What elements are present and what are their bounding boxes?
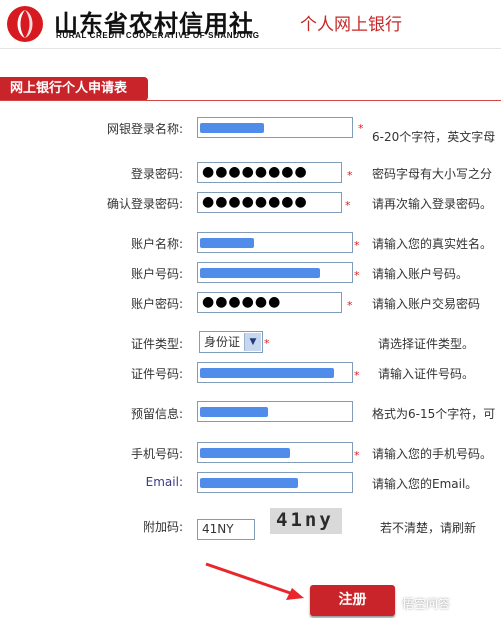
id-type-select[interactable]: 身份证 ▼ xyxy=(199,331,263,353)
account-password-hint: 请输入账户交易密码 xyxy=(372,297,481,311)
mobile-input[interactable] xyxy=(197,442,353,463)
redacted-value xyxy=(200,478,298,488)
login-password-hint: 密码字母有大小写之分 xyxy=(372,167,493,181)
required-mark: * xyxy=(354,369,360,382)
captcha-label: 附加码: xyxy=(142,520,183,534)
captcha-input[interactable]: 41NY xyxy=(197,519,255,540)
required-mark: * xyxy=(347,299,353,312)
redacted-value xyxy=(200,123,264,133)
brand-name-en: RURAL CREDIT COOPERATIVE OF SHANDONG xyxy=(56,31,260,40)
id-type-value: 身份证 xyxy=(204,335,241,349)
bank-title: 个人网上银行 xyxy=(300,15,402,35)
account-name-label: 账户名称: xyxy=(130,237,183,251)
reserved-info-label: 预留信息: xyxy=(130,407,183,421)
account-number-input[interactable] xyxy=(197,262,353,283)
confirm-password-hint: 请再次输入登录密码。 xyxy=(372,197,493,211)
reserved-info-hint: 格式为6-15个字符，可 xyxy=(372,407,496,421)
confirm-password-label: 确认登录密码: xyxy=(106,197,183,211)
account-number-label: 账户号码: xyxy=(130,267,183,281)
register-button[interactable]: 注册 xyxy=(310,585,395,616)
mobile-hint: 请输入您的手机号码。 xyxy=(372,447,493,461)
id-type-label: 证件类型: xyxy=(130,337,183,351)
id-number-hint: 请输入证件号码。 xyxy=(378,367,475,381)
watermark: 悟空问答 xyxy=(402,597,451,611)
header-divider xyxy=(0,48,501,49)
redacted-value xyxy=(200,268,320,278)
captcha-image[interactable]: 41ny xyxy=(270,508,342,534)
captcha-text: 41ny xyxy=(276,509,334,531)
account-name-hint: 请输入您的真实姓名。 xyxy=(372,237,493,251)
redacted-value xyxy=(200,238,254,248)
redacted-value xyxy=(200,448,290,458)
id-number-label: 证件号码: xyxy=(130,367,183,381)
login-name-hint: 6-20个字符，英文字母 xyxy=(372,130,496,144)
required-mark: * xyxy=(347,169,353,182)
required-mark: * xyxy=(354,269,360,282)
required-mark: * xyxy=(345,199,351,212)
captcha-refresh-hint[interactable]: 若不清楚，请刷新 xyxy=(380,519,476,536)
redacted-value xyxy=(200,368,334,378)
confirm-password-input[interactable]: ●●●●●●●● xyxy=(197,192,342,213)
logo-icon xyxy=(7,6,43,42)
login-password-label: 登录密码: xyxy=(130,167,183,181)
login-name-input[interactable] xyxy=(197,117,353,138)
required-mark: * xyxy=(358,122,364,135)
account-number-hint: 请输入账户号码。 xyxy=(372,267,469,281)
id-type-hint: 请选择证件类型。 xyxy=(378,337,475,351)
section-divider xyxy=(0,100,501,101)
account-password-input[interactable]: ●●●●●● xyxy=(197,292,342,313)
required-mark: * xyxy=(264,337,270,350)
required-mark: * xyxy=(354,449,360,462)
annotation-arrow-icon xyxy=(205,562,304,600)
email-input[interactable] xyxy=(197,472,353,493)
account-name-input[interactable] xyxy=(197,232,353,253)
mobile-label: 手机号码: xyxy=(130,447,183,461)
email-hint: 请输入您的Email。 xyxy=(372,477,478,491)
email-label: Email: xyxy=(145,475,183,489)
id-number-input[interactable] xyxy=(197,362,353,383)
login-name-label: 网银登录名称: xyxy=(106,122,183,136)
account-password-label: 账户密码: xyxy=(130,297,183,311)
reserved-info-input[interactable] xyxy=(197,401,353,422)
redacted-value xyxy=(200,407,268,417)
chevron-down-icon[interactable]: ▼ xyxy=(244,333,261,351)
login-password-input[interactable]: ●●●●●●●● xyxy=(197,162,342,183)
required-mark: * xyxy=(354,239,360,252)
section-title: 网上银行个人申请表 xyxy=(0,77,148,101)
